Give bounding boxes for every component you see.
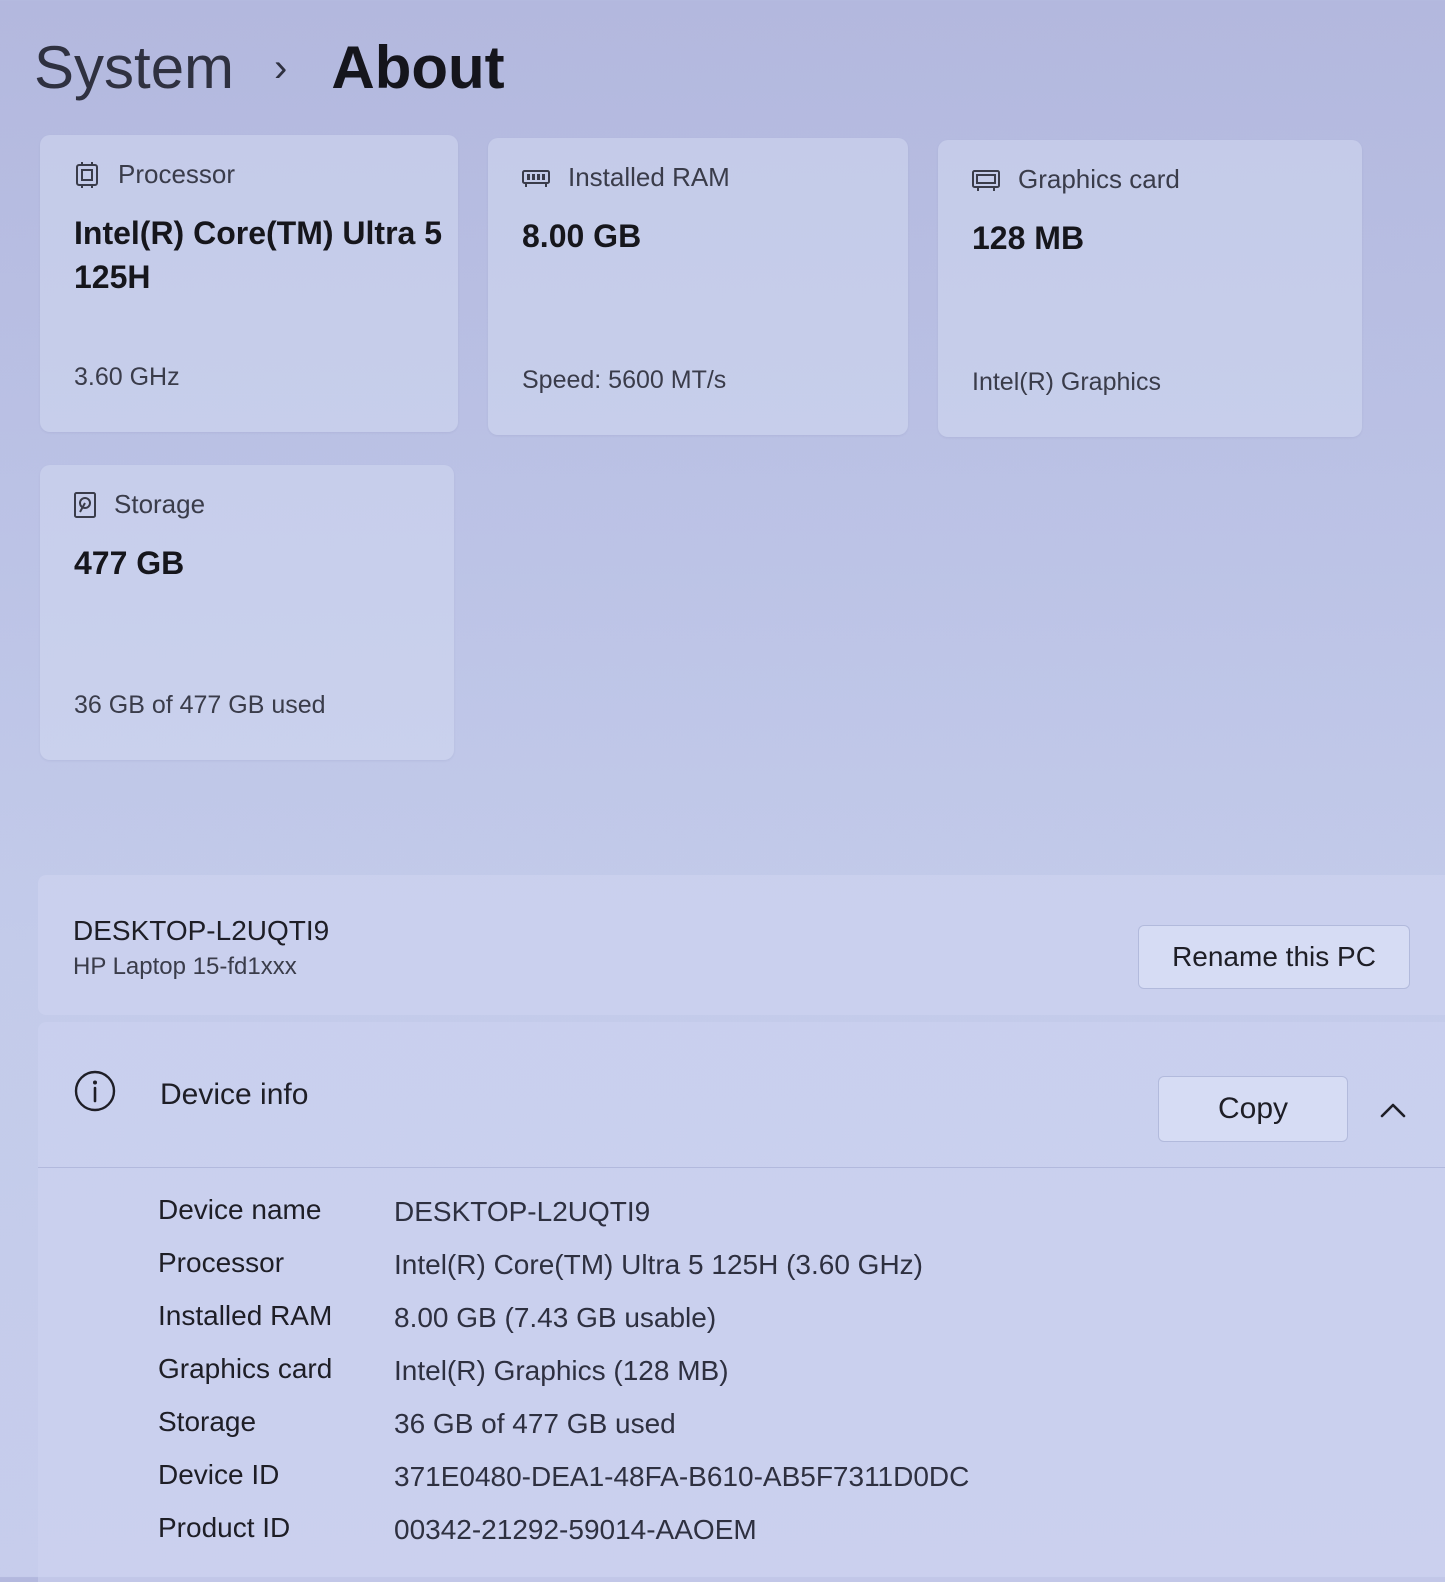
graphics-card-value: 128 MB [972,220,1085,256]
graphics-card-card: Graphics card 128 MB Intel(R) Graphics [938,140,1362,437]
processor-card-label: Processor [118,159,236,189]
spec-label: Storage [158,1406,257,1437]
spec-label: Product ID [158,1512,291,1543]
breadcrumb-chevron-icon: › [274,46,288,90]
device-info-title: Device info [160,1078,309,1111]
processor-card: Processor Intel(R) Core(TM) Ultra 5 125H… [40,135,458,432]
spec-label: Device ID [158,1459,280,1490]
ram-card-value: 8.00 GB [522,218,642,254]
graphics-card-sub: Intel(R) Graphics [972,368,1161,396]
processor-icon [76,161,98,188]
graphics-card-label: Graphics card [1018,164,1180,194]
spec-label: Installed RAM [158,1300,333,1331]
rename-pc-button[interactable]: Rename this PC [1138,925,1410,989]
spec-value: Intel(R) Graphics (128 MB) [394,1355,729,1386]
spec-value: 371E0480-DEA1-48FA-B610-AB5F7311D0DC [394,1461,970,1492]
device-info-panel: Device info Copy Device name DESKTOP-L2U… [38,1022,1445,1582]
graphics-card-icon [972,169,1000,191]
pc-name-bar: DESKTOP-L2UQTI9 HP Laptop 15-fd1xxx Rena… [38,875,1445,1015]
processor-card-value: Intel(R) Core(TM) Ultra 5 125H [74,215,442,295]
device-info-header[interactable]: Device info Copy [38,1022,1445,1168]
spec-row-device-name: Device name DESKTOP-L2UQTI9 [38,1188,1445,1240]
ram-card-sub: Speed: 5600 MT/s [522,366,727,394]
spec-row-processor: Processor Intel(R) Core(TM) Ultra 5 125H… [38,1241,1445,1293]
spec-row-installed-ram: Installed RAM 8.00 GB (7.43 GB usable) [38,1294,1445,1346]
breadcrumb-system[interactable]: System [34,38,234,98]
spec-value: Intel(R) Core(TM) Ultra 5 125H (3.60 GHz… [394,1249,924,1280]
ram-card-label: Installed RAM [568,162,730,192]
pc-model: HP Laptop 15-fd1xxx [73,953,297,980]
spec-value: 36 GB of 477 GB used [394,1408,676,1439]
storage-card-header: Storage [74,489,205,520]
copy-button[interactable]: Copy [1158,1076,1348,1142]
page-title: About [331,34,505,101]
spec-value: 00342-21292-59014-AAOEM [394,1514,757,1545]
collapse-button[interactable] [1368,1088,1418,1132]
spec-label: Graphics card [158,1353,333,1384]
spec-row-storage: Storage 36 GB of 477 GB used [38,1400,1445,1452]
ram-card-header: Installed RAM [522,162,730,193]
storage-card-sub: 36 GB of 477 GB used [74,691,326,719]
processor-card-header: Processor [74,159,235,190]
storage-card: Storage 477 GB 36 GB of 477 GB used [40,465,454,760]
spec-label: Device name [158,1194,322,1225]
pc-name: DESKTOP-L2UQTI9 [73,915,330,946]
processor-card-sub: 3.60 GHz [74,363,180,391]
spec-value: DESKTOP-L2UQTI9 [394,1196,651,1227]
storage-icon [74,491,96,518]
storage-card-value: 477 GB [74,545,185,581]
breadcrumb: System › About [34,28,505,108]
spec-row-device-id: Device ID 371E0480-DEA1-48FA-B610-AB5F73… [38,1453,1445,1505]
spec-value: 8.00 GB (7.43 GB usable) [394,1302,717,1333]
chevron-up-icon [1380,1103,1406,1118]
graphics-card-header: Graphics card [972,164,1180,195]
spec-row-graphics-card: Graphics card Intel(R) Graphics (128 MB) [38,1347,1445,1399]
spec-label: Processor [158,1247,285,1278]
ram-card: Installed RAM 8.00 GB Speed: 5600 MT/s [488,138,908,435]
spec-row-product-id: Product ID 00342-21292-59014-AAOEM [38,1506,1445,1558]
storage-card-label: Storage [114,489,206,519]
info-icon [74,1070,116,1112]
ram-icon [522,169,550,187]
